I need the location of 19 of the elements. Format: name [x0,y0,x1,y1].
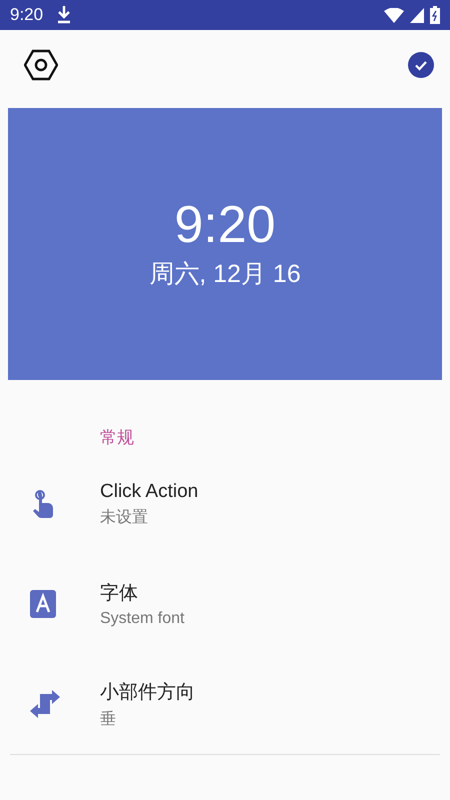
battery-icon [430,6,440,24]
setting-title[interactable]: 小部件方向 [100,678,195,704]
status-time: 9:20 [10,5,44,25]
touch-icon [30,489,56,519]
settings-icon[interactable] [24,49,58,81]
setting-value: 垂 [100,710,117,730]
download-icon [57,6,72,24]
setting-title[interactable]: Click Action [100,480,198,502]
setting-value: 未设置 [100,508,149,528]
clock-date: 周六, 12月 16 [149,258,301,290]
confirm-check-icon[interactable] [408,52,434,78]
section-header: 常规 [100,428,134,447]
font-icon [30,590,56,618]
wifi-icon [384,8,404,22]
setting-value: System font [100,610,184,628]
setting-title[interactable]: 字体 [100,580,184,606]
clock-time: 9:20 [174,198,276,250]
signal-icon [410,8,424,22]
swap-arrows-icon [30,690,60,718]
